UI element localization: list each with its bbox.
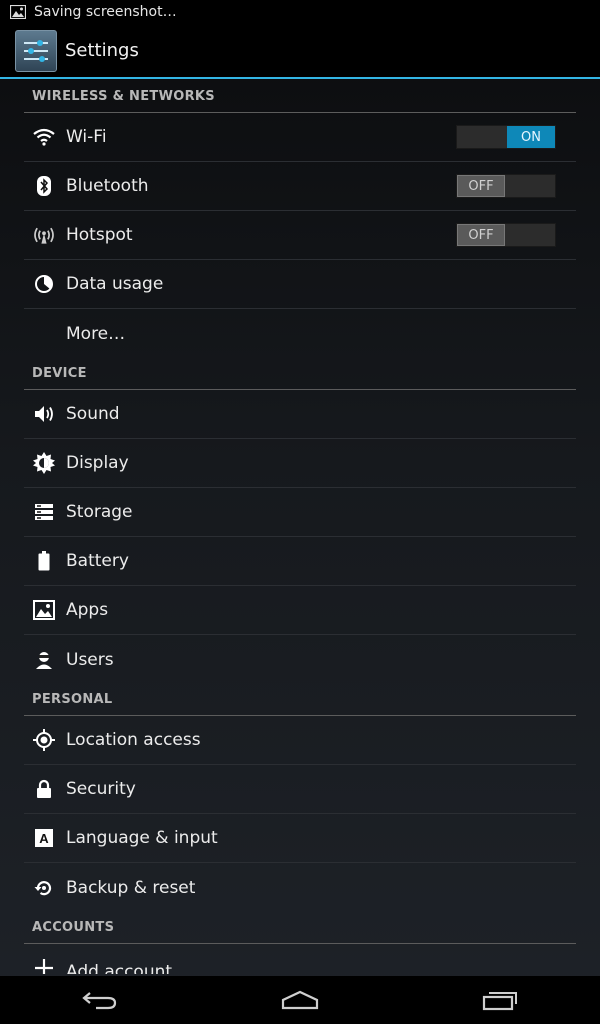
- lock-icon: [32, 777, 56, 801]
- hotspot-toggle[interactable]: OFF: [456, 223, 556, 247]
- settings-item-label: Users: [66, 649, 114, 670]
- settings-item-wifi[interactable]: Wi-Fi ON: [24, 113, 576, 162]
- settings-item-display[interactable]: Display: [24, 439, 576, 488]
- settings-item-label: Add account: [66, 962, 173, 974]
- settings-item-apps[interactable]: Apps: [24, 586, 576, 635]
- wifi-icon: [32, 125, 56, 149]
- battery-icon: [32, 549, 56, 573]
- data-usage-icon: [32, 272, 56, 296]
- section-header-personal: PERSONAL: [24, 684, 576, 716]
- settings-item-label: Bluetooth: [66, 176, 149, 196]
- home-icon: [281, 990, 319, 1010]
- backup-reset-icon: [32, 876, 56, 900]
- settings-item-label: Storage: [66, 502, 133, 522]
- settings-item-label: Backup & reset: [66, 877, 196, 898]
- display-brightness-icon: [32, 451, 56, 475]
- toggle-state: OFF: [457, 224, 505, 246]
- recents-icon: [482, 992, 517, 1011]
- settings-app-icon[interactable]: [15, 29, 57, 72]
- back-icon: [82, 992, 117, 1010]
- plus-icon: [32, 956, 56, 974]
- page-title: Settings: [65, 40, 139, 61]
- settings-item-hotspot[interactable]: Hotspot OFF: [24, 211, 576, 260]
- hotspot-icon: [32, 223, 56, 247]
- status-notification-text: Saving screenshot…: [34, 4, 177, 20]
- home-button[interactable]: [270, 980, 330, 1020]
- settings-item-security[interactable]: Security: [24, 765, 576, 814]
- settings-item-label: Wi-Fi: [66, 127, 107, 147]
- settings-item-sound[interactable]: Sound: [24, 390, 576, 439]
- settings-item-label: Hotspot: [66, 225, 133, 245]
- settings-item-bluetooth[interactable]: Bluetooth OFF: [24, 162, 576, 211]
- section-header-device: DEVICE: [24, 358, 576, 390]
- language-icon: A: [32, 826, 56, 850]
- recents-button[interactable]: [470, 980, 530, 1020]
- screenshot-notification-icon: [10, 5, 26, 19]
- settings-item-label: Battery: [66, 551, 129, 571]
- settings-item-label: Language & input: [66, 828, 218, 848]
- settings-item-label: More…: [66, 323, 126, 344]
- navigation-bar: [0, 976, 600, 1024]
- settings-item-label: Data usage: [66, 274, 164, 294]
- svg-text:A: A: [39, 831, 49, 846]
- toggle-state: OFF: [457, 175, 505, 197]
- settings-item-battery[interactable]: Battery: [24, 537, 576, 586]
- settings-item-users[interactable]: Users: [24, 635, 576, 684]
- settings-item-language[interactable]: A Language & input: [24, 814, 576, 863]
- settings-item-label: Sound: [66, 404, 120, 424]
- apps-icon: [32, 598, 56, 622]
- settings-item-more[interactable]: More…: [24, 309, 576, 358]
- section-header-accounts: ACCOUNTS: [24, 912, 576, 944]
- bluetooth-icon: [32, 174, 56, 198]
- location-icon: [32, 728, 56, 752]
- sliders-icon: [24, 39, 48, 62]
- settings-list[interactable]: WIRELESS & NETWORKS Wi-Fi ON Bluetooth O…: [24, 81, 576, 974]
- settings-item-location[interactable]: Location access: [24, 716, 576, 765]
- toggle-state: ON: [507, 126, 555, 148]
- settings-item-label: Security: [66, 779, 136, 799]
- settings-item-label: Location access: [66, 730, 201, 750]
- settings-item-label: Apps: [66, 600, 109, 620]
- settings-item-backup[interactable]: Backup & reset: [24, 863, 576, 912]
- settings-item-data-usage[interactable]: Data usage: [24, 260, 576, 309]
- bluetooth-toggle[interactable]: OFF: [456, 174, 556, 198]
- wifi-toggle[interactable]: ON: [456, 125, 556, 149]
- settings-item-storage[interactable]: Storage: [24, 488, 576, 537]
- storage-icon: [32, 500, 56, 524]
- user-icon: [32, 648, 56, 672]
- section-header-wireless: WIRELESS & NETWORKS: [24, 81, 576, 113]
- settings-item-add-account[interactable]: Add account: [24, 944, 576, 974]
- sound-icon: [32, 402, 56, 426]
- settings-item-label: Display: [66, 453, 129, 473]
- action-bar: Settings: [0, 24, 600, 79]
- status-bar: Saving screenshot…: [0, 0, 600, 24]
- back-button[interactable]: [70, 980, 130, 1020]
